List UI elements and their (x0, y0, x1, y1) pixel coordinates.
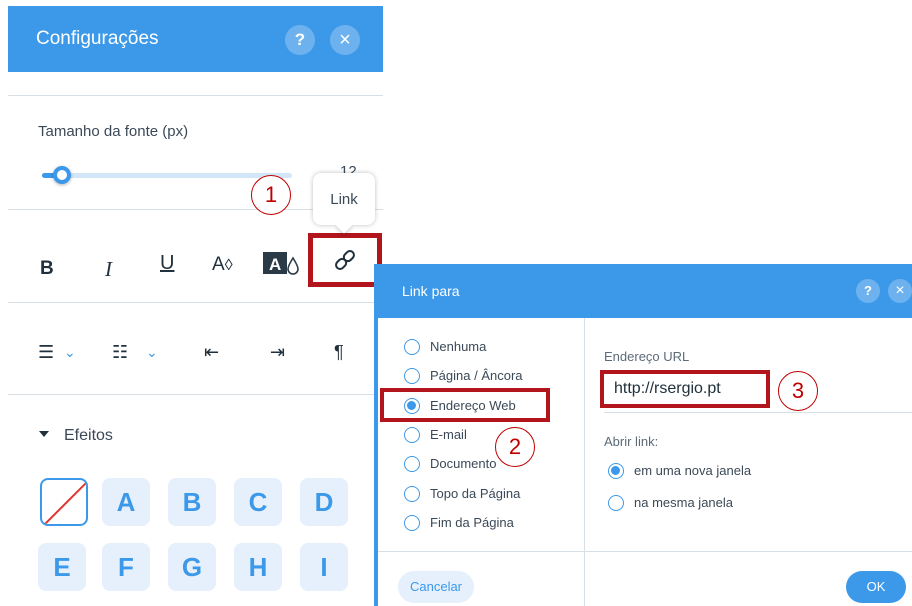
dialog-header: Link para ? × (378, 264, 912, 318)
text-color-letter: A (212, 254, 225, 275)
close-button[interactable]: × (330, 25, 360, 55)
effect-none[interactable] (40, 478, 88, 526)
url-underline (604, 412, 912, 413)
cancel-button[interactable]: Cancelar (398, 571, 474, 603)
effects-label[interactable]: Efeitos (64, 427, 113, 445)
radio-topo-da-pagina[interactable] (404, 486, 420, 502)
option-label[interactable]: Endereço Web (430, 398, 516, 413)
radio-endereco-web[interactable] (404, 398, 420, 414)
effect-option[interactable]: H (234, 543, 282, 591)
font-size-slider-handle[interactable] (53, 166, 71, 184)
radio-fim-da-pagina[interactable] (404, 515, 420, 531)
effect-option[interactable]: I (300, 543, 348, 591)
link-button[interactable] (308, 233, 382, 287)
font-size-slider-track[interactable] (42, 173, 292, 178)
radio-documento[interactable] (404, 456, 420, 472)
annotation-step-2: 2 (495, 427, 535, 467)
settings-panel: Configurações ? × Tamanho da fonte (px) … (8, 6, 383, 606)
open-option-label[interactable]: em uma nova janela (634, 463, 751, 478)
radio-nova-janela[interactable] (608, 463, 624, 479)
effect-option[interactable]: B (168, 478, 216, 526)
italic-button[interactable]: I (105, 257, 112, 282)
chevron-down-icon[interactable]: ⌄ (64, 344, 76, 361)
option-label[interactable]: Topo da Página (430, 486, 520, 501)
font-size-label: Tamanho da fonte (px) (38, 123, 189, 140)
open-link-label: Abrir link: (604, 434, 659, 449)
divider (8, 302, 383, 303)
annotation-step-1: 1 (251, 175, 291, 215)
collapse-caret-icon[interactable] (39, 431, 49, 437)
effect-option[interactable]: D (300, 478, 348, 526)
option-label[interactable]: Fim da Página (430, 515, 514, 530)
bold-button[interactable]: B (40, 258, 54, 280)
link-tooltip: Link (313, 173, 375, 234)
help-button[interactable]: ? (285, 25, 315, 55)
settings-title: Configurações (36, 28, 159, 49)
footer-divider (378, 551, 912, 552)
link-icon (335, 250, 355, 270)
highlight-color-button[interactable]: A (263, 250, 301, 278)
decrease-indent-icon[interactable]: ⇤ (204, 342, 219, 363)
option-label[interactable]: Página / Âncora (430, 368, 523, 383)
effect-option[interactable]: C (234, 478, 282, 526)
dialog-title: Link para (402, 283, 460, 299)
radio-nenhuma[interactable] (404, 339, 420, 355)
text-color-button[interactable]: A◊ (212, 254, 233, 276)
tooltip-arrow (335, 216, 353, 234)
url-label: Endereço URL (604, 349, 690, 364)
tooltip-text: Link (330, 191, 358, 208)
annotation-step-3: 3 (778, 371, 818, 411)
chevron-down-icon[interactable]: ⌄ (146, 344, 158, 361)
none-slash-icon (42, 480, 86, 524)
link-dialog: Link para ? × Nenhuma Página / Âncora En… (374, 264, 912, 606)
align-left-icon[interactable]: ☰ (38, 342, 54, 363)
settings-header: Configurações ? × (8, 6, 383, 72)
option-label[interactable]: E-mail (430, 427, 467, 442)
option-label[interactable]: Nenhuma (430, 339, 486, 354)
url-input[interactable]: http://rsergio.pt (614, 380, 721, 398)
text-direction-icon[interactable]: ¶ (334, 342, 344, 363)
highlight-color-icon: A (263, 252, 299, 275)
radio-pagina-ancora[interactable] (404, 368, 420, 384)
effect-option[interactable]: E (38, 543, 86, 591)
color-drop-icon: ◊ (224, 257, 233, 274)
increase-indent-icon[interactable]: ⇥ (270, 342, 285, 363)
ok-button[interactable]: OK (846, 571, 906, 603)
underline-button[interactable]: U (160, 252, 174, 275)
radio-mesma-janela[interactable] (608, 495, 624, 511)
effect-option[interactable]: A (102, 478, 150, 526)
effect-option[interactable]: F (102, 543, 150, 591)
help-button[interactable]: ? (856, 279, 880, 303)
close-button[interactable]: × (888, 279, 912, 303)
divider (8, 394, 383, 395)
dialog-column-divider (584, 318, 585, 606)
option-label[interactable]: Documento (430, 456, 496, 471)
bullet-list-icon[interactable]: ☷ (112, 342, 128, 363)
open-option-label[interactable]: na mesma janela (634, 495, 733, 510)
effect-option[interactable]: G (168, 543, 216, 591)
divider (8, 95, 383, 96)
svg-text:A: A (269, 255, 281, 274)
radio-email[interactable] (404, 427, 420, 443)
